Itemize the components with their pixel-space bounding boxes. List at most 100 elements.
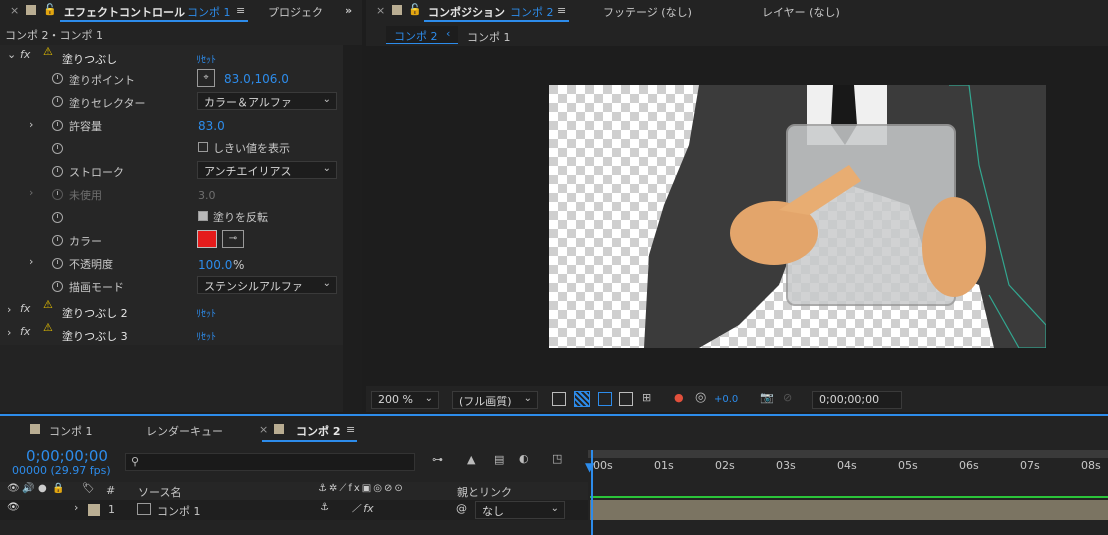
layer-label-swatch[interactable] — [88, 504, 100, 516]
reset-link[interactable]: ﾘｾｯﾄ — [196, 328, 216, 343]
show-snapshot-icon[interactable]: ⊘ — [783, 391, 792, 404]
lock-icon[interactable]: 🔒 — [52, 483, 64, 494]
motion-blur-icon[interactable]: ◐ — [519, 452, 529, 465]
lock-icon[interactable]: 🔓 — [43, 3, 57, 16]
graph-editor-icon[interactable]: ◳ — [552, 452, 562, 465]
column-parent[interactable]: 親とリンク — [457, 484, 512, 500]
color-channels-icon[interactable]: ● — [674, 391, 684, 404]
playhead-handle-icon[interactable]: ▼ — [585, 460, 594, 474]
stopwatch-icon[interactable] — [52, 120, 63, 131]
active-tab-underline — [262, 440, 357, 442]
tab-effect-controls[interactable]: エフェクトコントロール — [64, 4, 185, 20]
safe-margins-icon[interactable] — [619, 392, 633, 406]
visibility-eye-icon[interactable]: 👁 — [7, 502, 20, 513]
composition-tabbar: × 🔓 コンポジション コンポ 2 ≡ フッテージ (なし) レイヤー (なし) — [366, 0, 1108, 22]
breadcrumb-arrow-icon: ‹ — [446, 27, 451, 40]
tab-comp-1[interactable]: コンポ 1 — [49, 423, 93, 439]
prop-value[interactable]: 83.0 — [198, 119, 225, 133]
stopwatch-icon[interactable] — [52, 258, 63, 269]
panel-menu-icon[interactable]: ≡ — [236, 4, 245, 17]
breadcrumb-next[interactable]: コンポ 1 — [467, 29, 511, 45]
comp-timecode[interactable]: 0;00;00;00 — [812, 391, 902, 409]
fx-icon[interactable]: fx — [20, 325, 30, 338]
prop-value[interactable]: 100.0 — [198, 258, 232, 272]
tab-composition-comp[interactable]: コンポ 2 — [510, 4, 554, 20]
breadcrumb-active[interactable]: コンポ 2 — [394, 28, 438, 44]
blend-dropdown[interactable]: ステンシルアルファ ⌄ — [197, 276, 337, 294]
tab-layer[interactable]: レイヤー (なし) — [762, 4, 840, 20]
column-source-name[interactable]: ソース名 — [138, 484, 181, 500]
eye-icon[interactable]: 👁 — [7, 483, 20, 494]
pickwhip-icon[interactable]: @ — [456, 502, 467, 515]
close-icon[interactable]: × — [259, 423, 268, 436]
tab-effect-controls-comp[interactable]: コンポ 1 — [187, 4, 231, 20]
expand-chevron-icon[interactable]: ⌄ — [7, 48, 16, 61]
camera-icon[interactable]: 📷 — [760, 391, 774, 404]
tab-render-queue[interactable]: レンダーキュー — [146, 423, 223, 439]
eyedropper-icon[interactable]: ⊸ — [222, 230, 244, 248]
color-swatch[interactable] — [197, 230, 217, 248]
shy-layers-icon[interactable]: ▲ — [467, 453, 475, 466]
selector-dropdown[interactable]: カラー＆アルファ ⌄ — [197, 92, 337, 110]
tab-comp-2[interactable]: コンポ 2 — [296, 423, 340, 439]
collapse-switch-icon[interactable]: ⚓ — [320, 502, 329, 513]
stopwatch-icon[interactable] — [52, 96, 63, 107]
stroke-dropdown[interactable]: アンチエイリアス ⌄ — [197, 161, 337, 179]
solo-icon[interactable]: ● — [38, 483, 47, 494]
stopwatch-icon[interactable] — [52, 212, 63, 223]
transparency-grid-icon[interactable] — [574, 391, 590, 407]
lock-icon[interactable]: 🔓 — [408, 3, 422, 16]
layer-search-input[interactable]: ⚲ — [125, 453, 415, 471]
layer-number: 1 — [108, 503, 115, 516]
fx-switch-icon[interactable]: ⟋ fx — [352, 502, 374, 516]
reset-link[interactable]: ﾘｾｯﾄ — [196, 305, 216, 320]
panel-menu-icon[interactable]: ≡ — [346, 423, 355, 436]
fx-icon[interactable]: fx — [20, 302, 30, 315]
quality-dropdown[interactable]: (フル画質) ⌄ — [452, 391, 538, 409]
prop-value[interactable]: 83.0,106.0 — [224, 72, 289, 86]
stopwatch-icon[interactable] — [52, 235, 63, 246]
expand-chevron-icon[interactable]: › — [7, 303, 11, 316]
parent-dropdown[interactable]: なし ⌄ — [475, 501, 565, 519]
comp-canvas[interactable] — [549, 85, 1046, 348]
exposure-value[interactable]: +0.0 — [714, 394, 738, 405]
comp-mini-flowchart-icon[interactable]: ⊶ — [432, 453, 443, 466]
scrollbar[interactable] — [343, 45, 362, 412]
frame-blending-icon[interactable]: ▤ — [494, 453, 504, 466]
snapshot-region-icon[interactable] — [552, 392, 566, 406]
expand-panels-icon[interactable]: » — [345, 4, 352, 17]
stopwatch-icon[interactable] — [52, 166, 63, 177]
label-icon[interactable]: 🏷 — [82, 483, 95, 494]
tab-project[interactable]: プロジェク — [268, 4, 323, 20]
fx-icon[interactable]: fx — [20, 48, 30, 61]
expand-chevron-icon[interactable]: › — [7, 326, 11, 339]
layer-row[interactable]: 👁 › 1 コンポ 1 ⚓ ⟋ fx @ なし ⌄ — [0, 500, 588, 520]
close-icon[interactable]: × — [376, 4, 385, 17]
stopwatch-icon[interactable] — [52, 281, 63, 292]
invert-checkbox[interactable] — [198, 211, 208, 221]
mask-path-icon[interactable] — [598, 392, 612, 406]
tab-footage[interactable]: フッテージ (なし) — [603, 4, 692, 20]
point-picker-icon[interactable]: ⌖ — [197, 69, 215, 87]
panel-menu-icon[interactable]: ≡ — [557, 4, 566, 17]
layer-name[interactable]: コンポ 1 — [157, 503, 201, 519]
expand-chevron-icon[interactable]: › — [74, 501, 78, 514]
threshold-checkbox[interactable] — [198, 142, 208, 152]
reset-link[interactable]: ﾘｾｯﾄ — [196, 51, 216, 66]
close-icon[interactable]: × — [10, 4, 19, 17]
tab-composition[interactable]: コンポジション — [428, 4, 505, 20]
timeline-timecode[interactable]: 0;00;00;00 — [26, 447, 108, 465]
expand-chevron-icon[interactable]: › — [29, 186, 33, 199]
work-area-bar[interactable] — [588, 450, 1108, 458]
region-of-interest-icon[interactable]: ⊞ — [642, 391, 651, 404]
exposure-reset-icon[interactable]: ◎ — [695, 390, 706, 405]
stopwatch-icon[interactable] — [52, 73, 63, 84]
layer-duration-bar[interactable] — [590, 500, 1108, 520]
zoom-dropdown[interactable]: 200 % ⌄ — [371, 391, 439, 409]
expand-chevron-icon[interactable]: › — [29, 255, 33, 268]
checkbox-label: 塗りを反転 — [213, 211, 268, 224]
audio-icon[interactable]: 🔊 — [22, 483, 34, 494]
expand-chevron-icon[interactable]: › — [29, 118, 33, 131]
stopwatch-icon[interactable] — [52, 143, 63, 154]
prop-label: 塗りセレクター — [69, 97, 146, 110]
